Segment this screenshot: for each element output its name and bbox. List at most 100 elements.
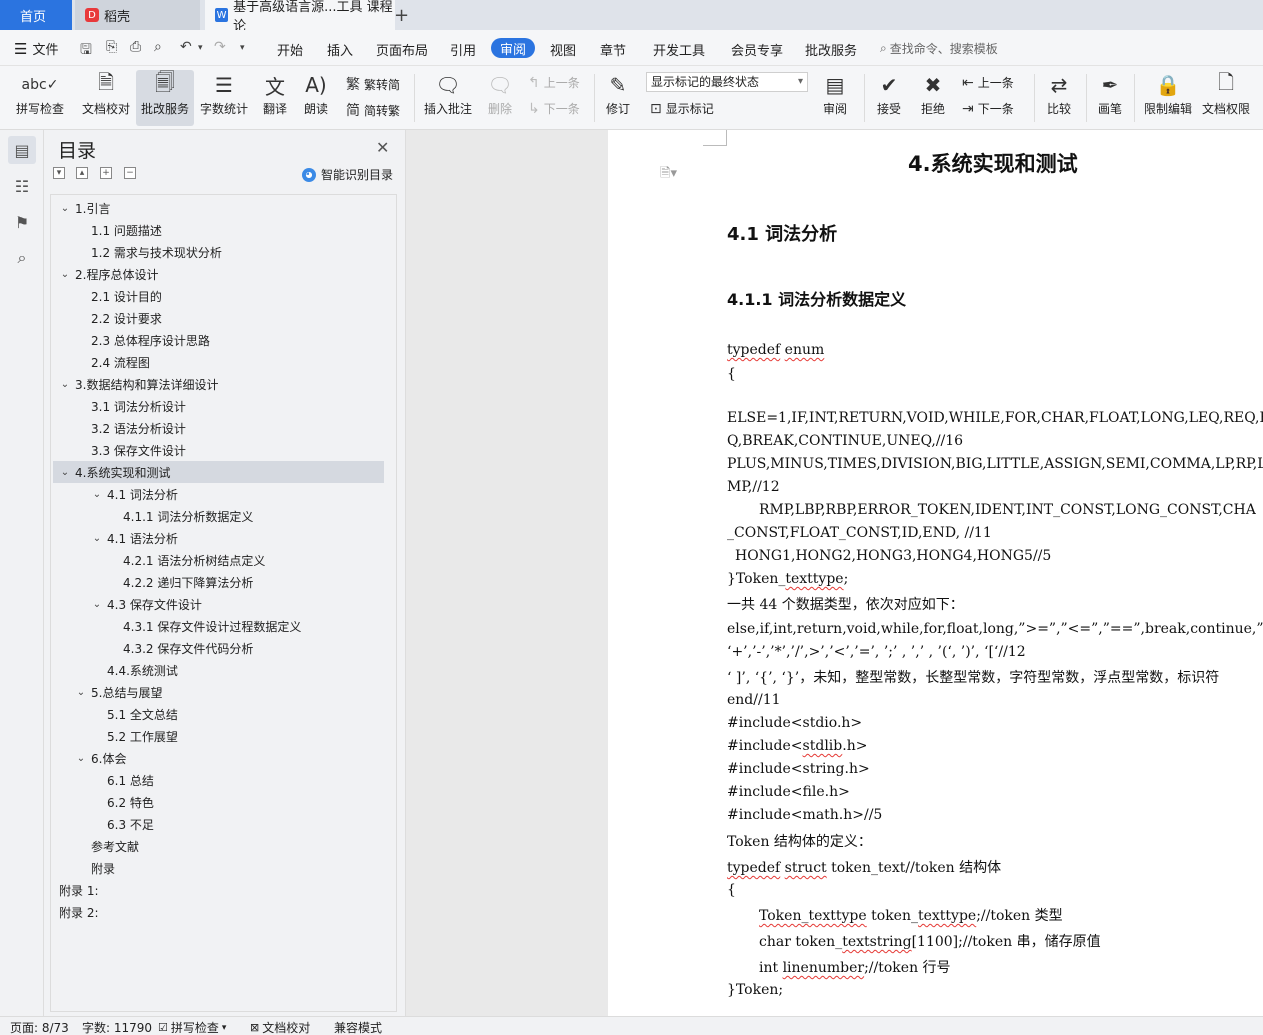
toc-item[interactable]: 6.1 总结 (107, 769, 154, 791)
prev-comment-button[interactable]: ↰ 上一条 (528, 74, 580, 91)
menu-insert[interactable]: 插入 (327, 40, 353, 59)
toc-item[interactable]: 1.2 需求与技术现状分析 (91, 241, 222, 263)
page-indicator[interactable]: 页面: 8/73 (10, 1019, 69, 1035)
toc-item[interactable]: ⌄ 2.程序总体设计 (59, 263, 159, 285)
preview-icon[interactable]: ⌕ (154, 39, 162, 55)
reject-button[interactable]: ✖ 拒绝 (914, 70, 952, 126)
tab-daoke[interactable]: D 稻壳 (75, 0, 200, 30)
toc-item[interactable]: 6.2 特色 (107, 791, 154, 813)
toc-item[interactable]: ⌄ 1.引言 (59, 197, 111, 219)
toc-item[interactable]: 2.3 总体程序设计思路 (91, 329, 210, 351)
toc-item[interactable]: 5.2 工作展望 (107, 725, 178, 747)
chevron-down-icon[interactable]: ⌄ (59, 379, 71, 390)
toc-item[interactable]: ⌄ 4.1 词法分析 (91, 483, 178, 505)
tab-home[interactable]: 首页 (0, 0, 72, 30)
file-menu-button[interactable]: ☰ 文件 (14, 39, 58, 59)
word-count-button[interactable]: ☰ 字数统计 (196, 70, 252, 126)
toc-item[interactable]: 4.4.系统测试 (107, 659, 178, 681)
toc-item[interactable]: 附录 2: (59, 901, 99, 923)
toc-item[interactable]: 参考文献 (91, 835, 139, 857)
redo-icon[interactable]: ↷ (214, 39, 226, 55)
toc-item[interactable]: 3.2 语法分析设计 (91, 417, 186, 439)
close-icon[interactable]: ✕ (376, 138, 389, 157)
proofread-button[interactable]: 🗎 文档校对 (78, 70, 134, 126)
word-count-indicator[interactable]: 字数: 11790 (82, 1019, 152, 1035)
translate-button[interactable]: 文 翻译 (256, 70, 294, 126)
status-proofread[interactable]: ⊠ 文档校对 (250, 1019, 310, 1035)
chevron-down-icon[interactable]: ⌄ (75, 687, 87, 698)
collapse-all-icon[interactable]: ▾ (53, 167, 65, 179)
markup-state-select[interactable]: 显示标记的最终状态 (646, 72, 808, 92)
toc-item[interactable]: ⌄ 4.3 保存文件设计 (91, 593, 202, 615)
toc-item[interactable]: 2.2 设计要求 (91, 307, 162, 329)
toc-item[interactable]: 5.1 全文总结 (107, 703, 178, 725)
chapter-nav-icon[interactable]: ☷ (8, 172, 36, 200)
toc-item[interactable]: 附录 (91, 857, 115, 879)
toc-item[interactable]: ⌄ 5.总结与展望 (75, 681, 163, 703)
toc-item[interactable]: 3.1 词法分析设计 (91, 395, 186, 417)
correction-service-button[interactable]: 🗐 批改服务 (136, 70, 194, 126)
toc-item[interactable]: ⌄ 6.体会 (75, 747, 127, 769)
next-comment-button[interactable]: ↳ 下一条 (528, 100, 580, 117)
menu-review[interactable]: 审阅 (491, 38, 535, 58)
to-traditional-button[interactable]: 繁 繁转简 (346, 74, 400, 94)
spell-check-button[interactable]: abc✓ 拼写检查 (10, 70, 70, 126)
menu-developer[interactable]: 开发工具 (653, 40, 705, 59)
save-icon[interactable]: 🖫 (80, 39, 92, 63)
menu-member[interactable]: 会员专享 (731, 40, 783, 59)
toc-item[interactable]: 3.3 保存文件设计 (91, 439, 186, 461)
toc-panel-icon[interactable]: ▤ (8, 136, 36, 164)
chevron-down-icon[interactable]: ⌄ (91, 599, 103, 610)
toc-item[interactable]: ⌄ 3.数据结构和算法详细设计 (59, 373, 219, 395)
page-options-icon[interactable]: 🗎▾ (660, 164, 677, 186)
chevron-down-icon[interactable]: ⌄ (59, 467, 71, 478)
insert-comment-button[interactable]: 🗨 插入批注 (420, 70, 476, 126)
bookmark-icon[interactable]: ⚑ (8, 208, 36, 236)
chevron-down-icon[interactable]: ⌄ (59, 269, 71, 280)
tab-document[interactable]: W 基于高级语言源...工具 课程论 (205, 0, 395, 34)
chevron-down-icon[interactable]: ⌄ (91, 489, 103, 500)
next-change-button[interactable]: ⇥ 下一条 (962, 100, 1014, 117)
expand-up-icon[interactable]: ▴ (76, 167, 88, 179)
document-page[interactable]: 🗎▾ 4.系统实现和测试 4.1 词法分析 4.1.1 词法分析数据定义 typ… (608, 130, 1263, 1016)
menu-chapter[interactable]: 章节 (600, 40, 626, 59)
undo-icon[interactable]: ↶ (180, 39, 192, 55)
export-pdf-icon[interactable]: ⎘ (106, 39, 117, 55)
delete-comment-button[interactable]: 🗨 删除 (480, 70, 520, 126)
chevron-down-icon[interactable]: ⌄ (59, 203, 71, 214)
toc-item[interactable]: 4.1.1 词法分析数据定义 (123, 505, 253, 527)
menu-view[interactable]: 视图 (550, 40, 576, 59)
menu-page-layout[interactable]: 页面布局 (376, 40, 428, 59)
menu-correction-service[interactable]: 批改服务 (805, 40, 857, 59)
compare-button[interactable]: ⇄ 比较 (1040, 70, 1078, 126)
to-simplified-button[interactable]: 简 简转繁 (346, 100, 400, 120)
toc-item[interactable]: 4.2.2 递归下降算法分析 (123, 571, 253, 593)
toc-item[interactable]: 4.3.2 保存文件代码分析 (123, 637, 253, 659)
review-pane-button[interactable]: ▤ 审阅 (816, 70, 854, 126)
remove-heading-icon[interactable]: − (124, 167, 136, 179)
toc-item[interactable]: ⌄ 4.系统实现和测试 (53, 461, 384, 483)
pen-button[interactable]: ✒ 画笔 (1092, 70, 1128, 126)
new-tab-plus-icon[interactable]: + (394, 0, 414, 30)
toc-item[interactable]: 4.3.1 保存文件设计过程数据定义 (123, 615, 301, 637)
menu-references[interactable]: 引用 (450, 40, 476, 59)
toc-item[interactable]: 2.4 流程图 (91, 351, 150, 373)
track-changes-button[interactable]: ✎ 修订 (600, 70, 636, 126)
menu-start[interactable]: 开始 (277, 40, 303, 59)
add-heading-icon[interactable]: + (100, 167, 112, 179)
toc-item[interactable]: 2.1 设计目的 (91, 285, 162, 307)
toc-item[interactable]: ⌄ 4.1 语法分析 (91, 527, 178, 549)
toc-item[interactable]: 附录 1: (59, 879, 99, 901)
status-spell-check[interactable]: ☑ 拼写检查 ▾ (158, 1019, 229, 1035)
toc-item[interactable]: 1.1 问题描述 (91, 219, 162, 241)
prev-change-button[interactable]: ⇤ 上一条 (962, 74, 1014, 91)
restrict-editing-button[interactable]: 🔒 限制编辑 (1140, 70, 1196, 126)
quick-access-dropdown-icon[interactable]: ▾ (240, 43, 245, 53)
chevron-down-icon[interactable]: ⌄ (91, 533, 103, 544)
doc-permission-button[interactable]: 🗋 文档权限 (1198, 70, 1254, 126)
accept-button[interactable]: ✔ 接受 (870, 70, 908, 126)
undo-dropdown-icon[interactable]: ▾ (198, 43, 203, 53)
toc-item[interactable]: 4.2.1 语法分析树结点定义 (123, 549, 265, 571)
read-aloud-button[interactable]: A) 朗读 (298, 70, 334, 126)
chevron-down-icon[interactable]: ⌄ (75, 753, 87, 764)
